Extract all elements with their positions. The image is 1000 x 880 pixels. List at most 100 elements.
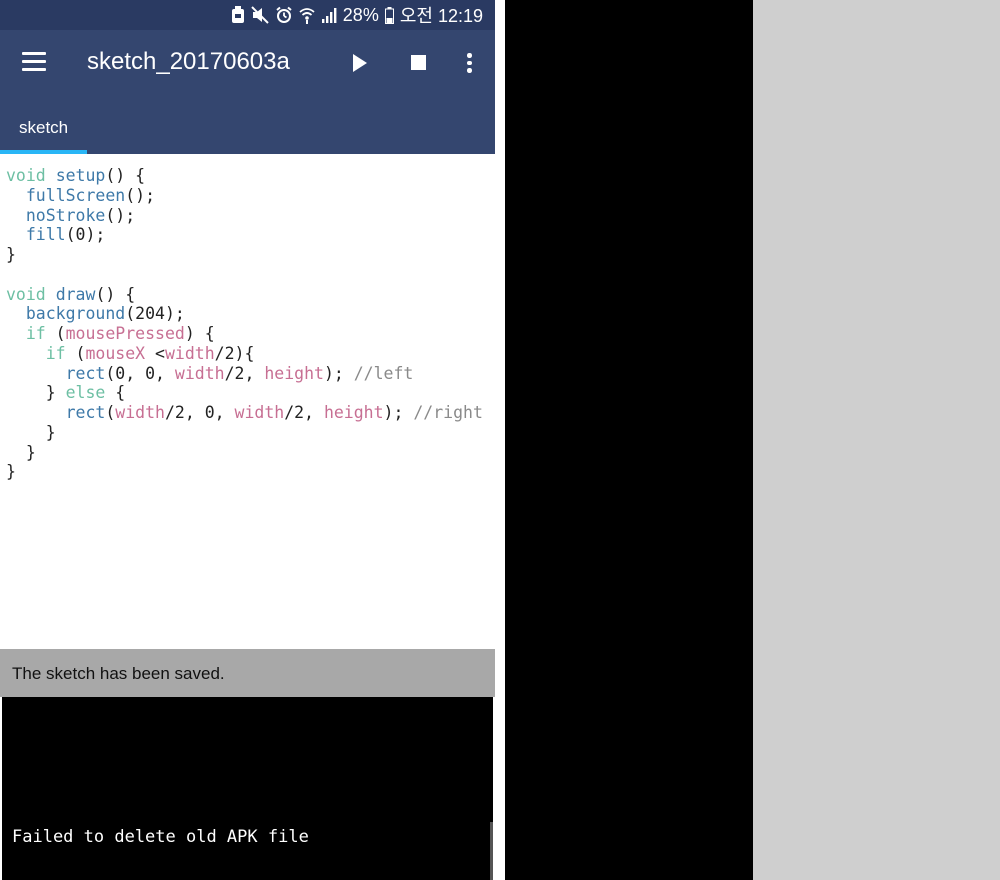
code-token: ) { <box>184 324 215 343</box>
signal-icon <box>321 5 337 25</box>
code-token: rect <box>65 403 106 422</box>
more-vert-icon[interactable] <box>462 52 476 74</box>
code-token: ( <box>65 343 86 363</box>
code-line[interactable]: background(204); <box>6 304 483 324</box>
screen-divider <box>495 0 505 880</box>
code-token: /2){ <box>214 343 255 363</box>
code-token: //left <box>353 363 414 383</box>
code-token: mouseX <box>85 343 146 363</box>
background-panel <box>753 0 1000 880</box>
code-line[interactable]: void draw() { <box>6 285 483 305</box>
code-token: rect <box>65 363 106 383</box>
code-line[interactable]: fill(0); <box>6 225 483 245</box>
code-token: fill <box>25 225 66 245</box>
code-line[interactable]: if (mousePressed) { <box>6 324 483 344</box>
battery-icon <box>384 5 394 25</box>
code-line[interactable]: } <box>6 245 483 265</box>
code-token: else <box>65 383 106 403</box>
clock: 오전 12:19 <box>399 6 483 26</box>
code-line[interactable]: void setup() { <box>6 166 483 186</box>
code-token: () { <box>105 166 146 185</box>
mute-icon <box>251 5 269 25</box>
tab-label: sketch <box>19 118 69 137</box>
status-icons: 28% 오전 12:19 <box>231 4 483 26</box>
code-token: void <box>6 166 46 185</box>
code-token: } <box>6 383 66 403</box>
code-token: width <box>115 403 165 422</box>
code-line[interactable]: } <box>6 462 483 482</box>
code-token: (); <box>125 185 156 205</box>
code-token: draw <box>55 284 96 304</box>
code-line[interactable]: } else { <box>6 383 483 403</box>
code-token: width <box>234 403 285 422</box>
code-token: ( <box>105 403 116 422</box>
sketch-output-panel <box>505 0 753 880</box>
code-token: /2, <box>284 403 324 422</box>
code-editor[interactable]: void setup() { fullScreen(); noStroke();… <box>0 154 495 649</box>
code-token: if <box>45 343 66 363</box>
code-token: ); <box>383 403 414 422</box>
console-scrollbar[interactable] <box>490 822 493 880</box>
menu-icon[interactable] <box>22 52 46 72</box>
code-line[interactable] <box>6 265 483 285</box>
code-line[interactable]: } <box>6 423 483 443</box>
code-token: ); <box>323 363 354 383</box>
code-token: } <box>6 462 16 482</box>
code-token: /2, 0, <box>164 403 235 422</box>
code-token: void <box>6 284 46 304</box>
code-token: fullScreen <box>25 185 126 205</box>
code-line[interactable]: fullScreen(); <box>6 186 483 206</box>
tab-sketch[interactable]: sketch <box>0 102 87 154</box>
code-token: setup <box>55 166 106 185</box>
code-token: { <box>105 383 126 403</box>
stop-icon[interactable] <box>411 55 426 70</box>
sketch-title: sketch_20170603a <box>87 48 290 75</box>
wifi-icon <box>299 5 315 25</box>
code-token: height <box>264 363 324 383</box>
battery-percent: 28% <box>342 4 379 25</box>
code-token: ( <box>45 324 66 343</box>
code-line[interactable]: rect(0, 0, width/2, height); //left <box>6 364 483 384</box>
code-token: height <box>323 403 384 422</box>
code-token: //right <box>413 403 483 422</box>
code-token: () { <box>95 284 136 304</box>
status-message: The sketch has been saved. <box>12 664 225 683</box>
processing-android-screen: 28% 오전 12:19 sketch_20170603a sketch voi… <box>0 0 495 880</box>
code-token: noStroke <box>25 205 106 225</box>
code-token: background <box>25 304 126 324</box>
code-token: } <box>6 245 16 264</box>
code-token: (204); <box>125 304 185 324</box>
code-token: } <box>6 422 56 442</box>
code-text[interactable]: void setup() { fullScreen(); noStroke();… <box>6 166 483 482</box>
code-line[interactable]: noStroke(); <box>6 206 483 226</box>
code-line[interactable]: } <box>6 443 483 463</box>
app-bar: sketch_20170603a sketch <box>0 30 495 154</box>
alarm-icon <box>275 5 293 25</box>
code-token: < <box>145 343 165 363</box>
code-line[interactable]: rect(width/2, 0, width/2, height); //rig… <box>6 403 483 423</box>
code-token: (); <box>105 205 136 225</box>
code-token: (0, 0, <box>105 363 175 383</box>
code-line[interactable]: if (mouseX <width/2){ <box>6 344 483 364</box>
play-icon[interactable] <box>352 54 372 74</box>
code-token: } <box>6 442 36 462</box>
code-token: width <box>164 343 215 363</box>
message-bar: The sketch has been saved. <box>0 649 495 697</box>
code-token: (0); <box>65 225 106 245</box>
app-notification-icon <box>231 5 245 25</box>
console[interactable]: Failed to delete old APK file <box>2 697 493 880</box>
code-token: if <box>25 324 46 343</box>
console-output: Failed to delete old APK file <box>12 827 309 847</box>
code-token: mousePressed <box>65 324 185 343</box>
code-token: width <box>174 363 225 383</box>
